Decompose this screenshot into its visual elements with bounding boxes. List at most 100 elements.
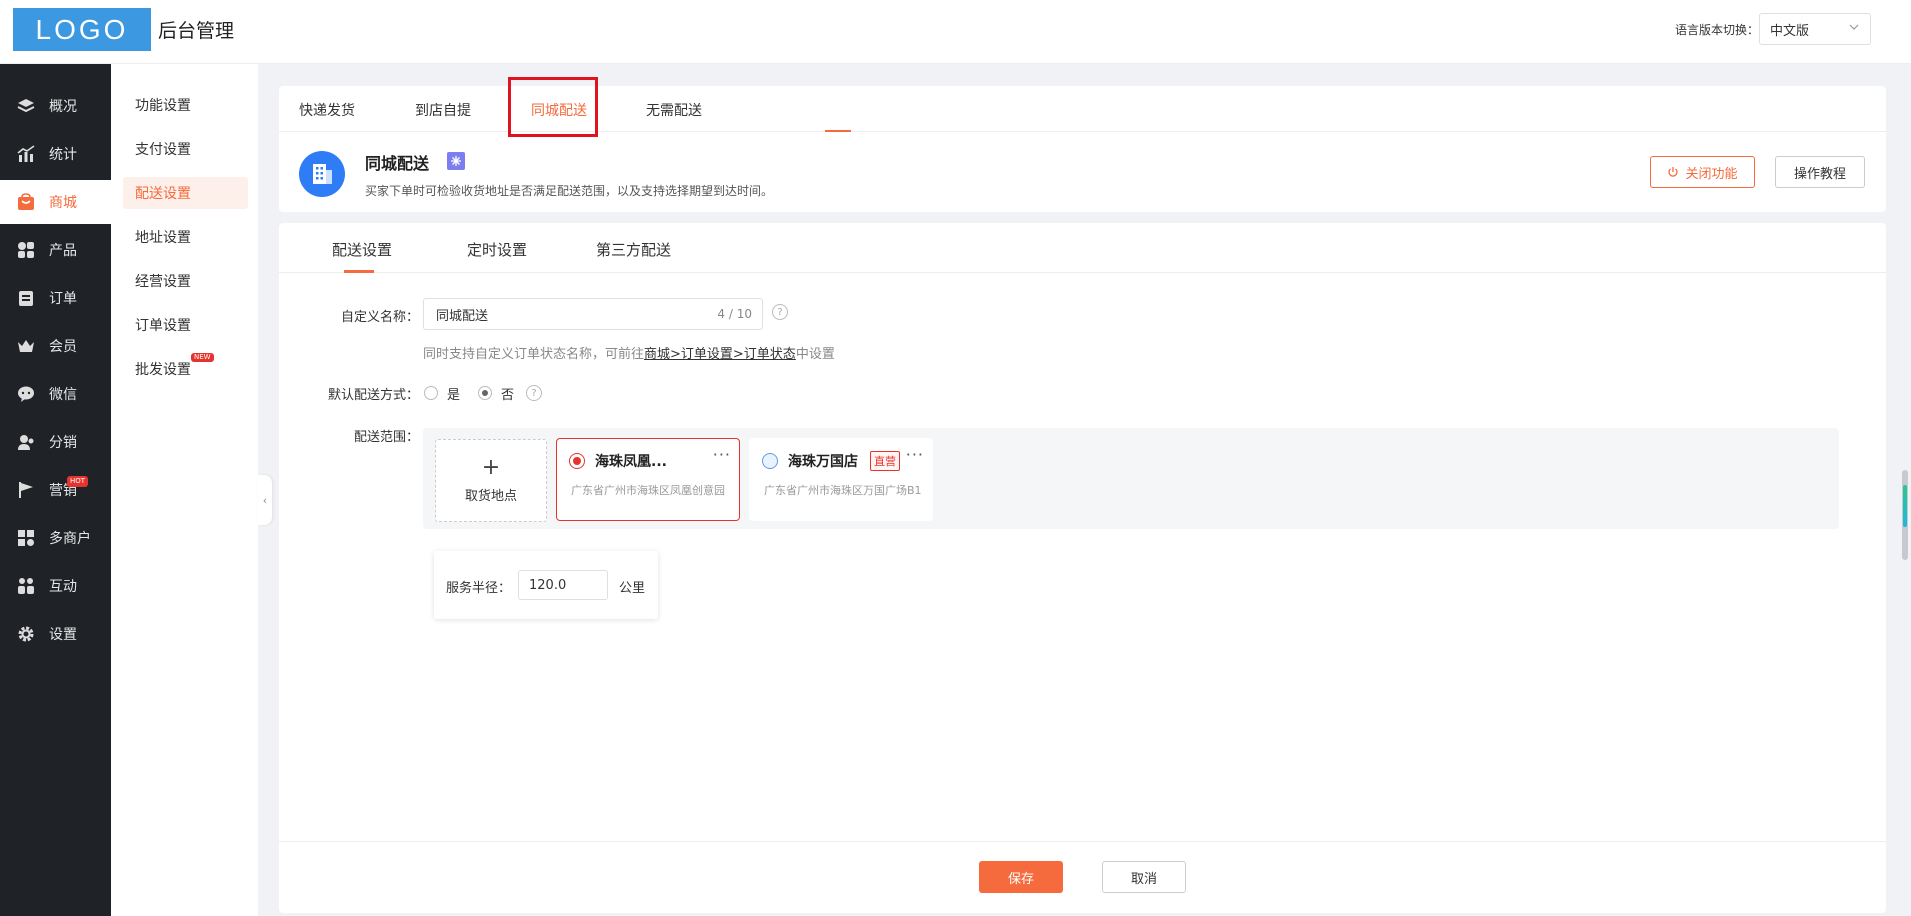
- name-hint: 同时支持自定义订单状态名称，可前往商城>订单设置>订单状态中设置: [423, 343, 835, 362]
- service-radius-popover: 服务半径： 120.0 公里: [434, 551, 658, 619]
- subnav-label: 支付设置: [135, 142, 191, 158]
- logo[interactable]: LOGO: [13, 8, 151, 51]
- subnav-business-settings[interactable]: 经营设置: [123, 265, 248, 297]
- location-radio[interactable]: [569, 453, 585, 469]
- subnav-payment-settings[interactable]: 支付设置: [123, 133, 248, 165]
- cancel-button[interactable]: 取消: [1102, 861, 1186, 893]
- sidebar-item-members[interactable]: 会员: [0, 324, 111, 368]
- direct-store-tag: 直营: [870, 451, 900, 471]
- top-header: LOGO 后台管理 语言版本切换： 中文版: [0, 0, 1911, 64]
- interact-icon: [15, 575, 37, 597]
- product-icon: [15, 239, 37, 261]
- sidebar-item-label: 微信: [49, 387, 77, 403]
- save-button[interactable]: 保存: [979, 861, 1063, 893]
- default-no-label: 否: [501, 388, 515, 403]
- location-card[interactable]: 海珠万国店 直营 ··· 广东省广州市海珠区万国广场B1: [749, 438, 933, 521]
- help-icon[interactable]: ?: [526, 385, 542, 401]
- service-radius-input[interactable]: 120.0: [518, 570, 608, 600]
- close-feature-button[interactable]: 关闭功能: [1650, 156, 1755, 188]
- custom-name-value: 同城配送: [436, 308, 489, 324]
- order-icon: [15, 287, 37, 309]
- sidebar-item-stats[interactable]: 统计: [0, 132, 111, 176]
- sidebar-item-shop[interactable]: 商城: [0, 180, 111, 224]
- crown-icon: [15, 335, 37, 357]
- subnav-label: 批发设置: [135, 362, 191, 378]
- sidebar-item-label: 统计: [49, 147, 77, 163]
- subnav-delivery-settings[interactable]: 配送设置: [123, 177, 248, 209]
- service-radius-label: 服务半径：: [446, 581, 512, 596]
- location-name: 海珠凤凰...: [595, 454, 667, 470]
- custom-name-input[interactable]: 同城配送 4 / 10: [423, 298, 763, 330]
- delivery-settings-card: 配送设置 定时设置 第三方配送 自定义名称： 同城配送 4 / 10 ? 同时支…: [279, 223, 1886, 913]
- tab-express[interactable]: 快递发货: [299, 100, 355, 120]
- scroll-accent: [1903, 485, 1907, 527]
- active-subtab-indicator: [344, 270, 374, 273]
- hint-suffix: 中设置: [795, 347, 835, 362]
- add-pickup-location-label: 取货地点: [464, 489, 517, 504]
- sidebar-item-overview[interactable]: 概况: [0, 84, 111, 128]
- add-pickup-location-button[interactable]: + 取货地点: [435, 439, 547, 522]
- sidebar-item-label: 互动: [49, 579, 77, 595]
- help-icon[interactable]: ?: [772, 304, 788, 320]
- sub-sidebar: 功能设置 支付设置 配送设置 地址设置 经营设置 订单设置 批发设置 NEW: [111, 64, 258, 916]
- subnav-address-settings[interactable]: 地址设置: [123, 221, 248, 253]
- hot-badge: HOT: [67, 476, 89, 487]
- sidebar-item-wechat[interactable]: 微信: [0, 372, 111, 416]
- sidebar-item-interaction[interactable]: 互动: [0, 564, 111, 608]
- chevron-left-icon: ‹: [262, 493, 268, 507]
- default-no-radio[interactable]: [478, 386, 492, 400]
- sidebar-item-label: 分销: [49, 435, 77, 451]
- sidebar-item-distribution[interactable]: 分销: [0, 420, 111, 464]
- order-status-link[interactable]: 商城>订单设置>订单状态: [644, 347, 796, 362]
- highlight-box: [508, 77, 598, 137]
- default-delivery-label: 默认配送方式：: [327, 388, 419, 403]
- settings-subtabs: 配送设置 定时设置 第三方配送: [279, 223, 1886, 273]
- sidebar-item-label: 设置: [49, 627, 77, 643]
- service-radius-value: 120.0: [529, 577, 567, 593]
- collapse-sidebar-handle[interactable]: ‹: [258, 475, 272, 525]
- language-select-value: 中文版: [1770, 23, 1810, 39]
- snowflake-icon: [447, 152, 465, 170]
- language-select[interactable]: 中文版: [1759, 13, 1871, 45]
- new-badge: NEW: [191, 353, 214, 362]
- location-radio[interactable]: [762, 453, 778, 469]
- sidebar-item-settings[interactable]: 设置: [0, 612, 111, 656]
- subnav-order-settings[interactable]: 订单设置: [123, 309, 248, 341]
- subnav-label: 经营设置: [135, 274, 191, 290]
- sidebar-item-label: 商城: [49, 195, 77, 211]
- layers-icon: [15, 95, 37, 117]
- location-card[interactable]: 海珠凤凰... ··· 广东省广州市海珠区凤凰创意园: [556, 438, 740, 521]
- shop-icon: [15, 191, 37, 213]
- default-yes-radio[interactable]: [424, 386, 438, 400]
- flag-icon: [15, 479, 37, 501]
- tutorial-button[interactable]: 操作教程: [1775, 156, 1865, 188]
- sidebar-item-orders[interactable]: 订单: [0, 276, 111, 320]
- more-icon[interactable]: ···: [906, 445, 924, 464]
- main-sidebar: 概况 统计 商城 产品 订单 会员 微信 分销 营销 HOT 多商户 互动 设置: [0, 64, 111, 916]
- location-address: 广东省广州市海珠区万国广场B1: [764, 484, 922, 497]
- active-tab-indicator: [825, 130, 851, 132]
- gear-icon: [15, 623, 37, 645]
- chart-icon: [15, 143, 37, 165]
- wechat-icon: [15, 383, 37, 405]
- sidebar-item-label: 概况: [49, 99, 77, 115]
- app-title: 后台管理: [158, 20, 235, 42]
- subnav-wholesale-settings[interactable]: 批发设置 NEW: [123, 353, 248, 385]
- subnav-label: 订单设置: [135, 318, 191, 334]
- sidebar-item-label: 多商户: [49, 531, 91, 547]
- sidebar-item-label: 产品: [49, 243, 77, 259]
- feature-description: 买家下单时可检验收货地址是否满足配送范围，以及支持选择期望到达时间。: [365, 184, 774, 198]
- sidebar-item-products[interactable]: 产品: [0, 228, 111, 272]
- tab-third-party-delivery[interactable]: 第三方配送: [596, 239, 671, 260]
- tab-store-pickup[interactable]: 到店自提: [415, 100, 471, 120]
- more-icon[interactable]: ···: [713, 445, 731, 464]
- subnav-function-settings[interactable]: 功能设置: [123, 89, 248, 121]
- tab-no-delivery[interactable]: 无需配送: [646, 100, 702, 120]
- sidebar-item-marketing[interactable]: 营销 HOT: [0, 468, 111, 512]
- sidebar-item-multi-merchant[interactable]: 多商户: [0, 516, 111, 560]
- tab-delivery-settings[interactable]: 配送设置: [332, 239, 392, 260]
- feature-title: 同城配送: [365, 154, 430, 173]
- building-icon: [299, 151, 345, 197]
- character-count: 4 / 10: [717, 307, 752, 321]
- tab-timing-settings[interactable]: 定时设置: [467, 239, 527, 260]
